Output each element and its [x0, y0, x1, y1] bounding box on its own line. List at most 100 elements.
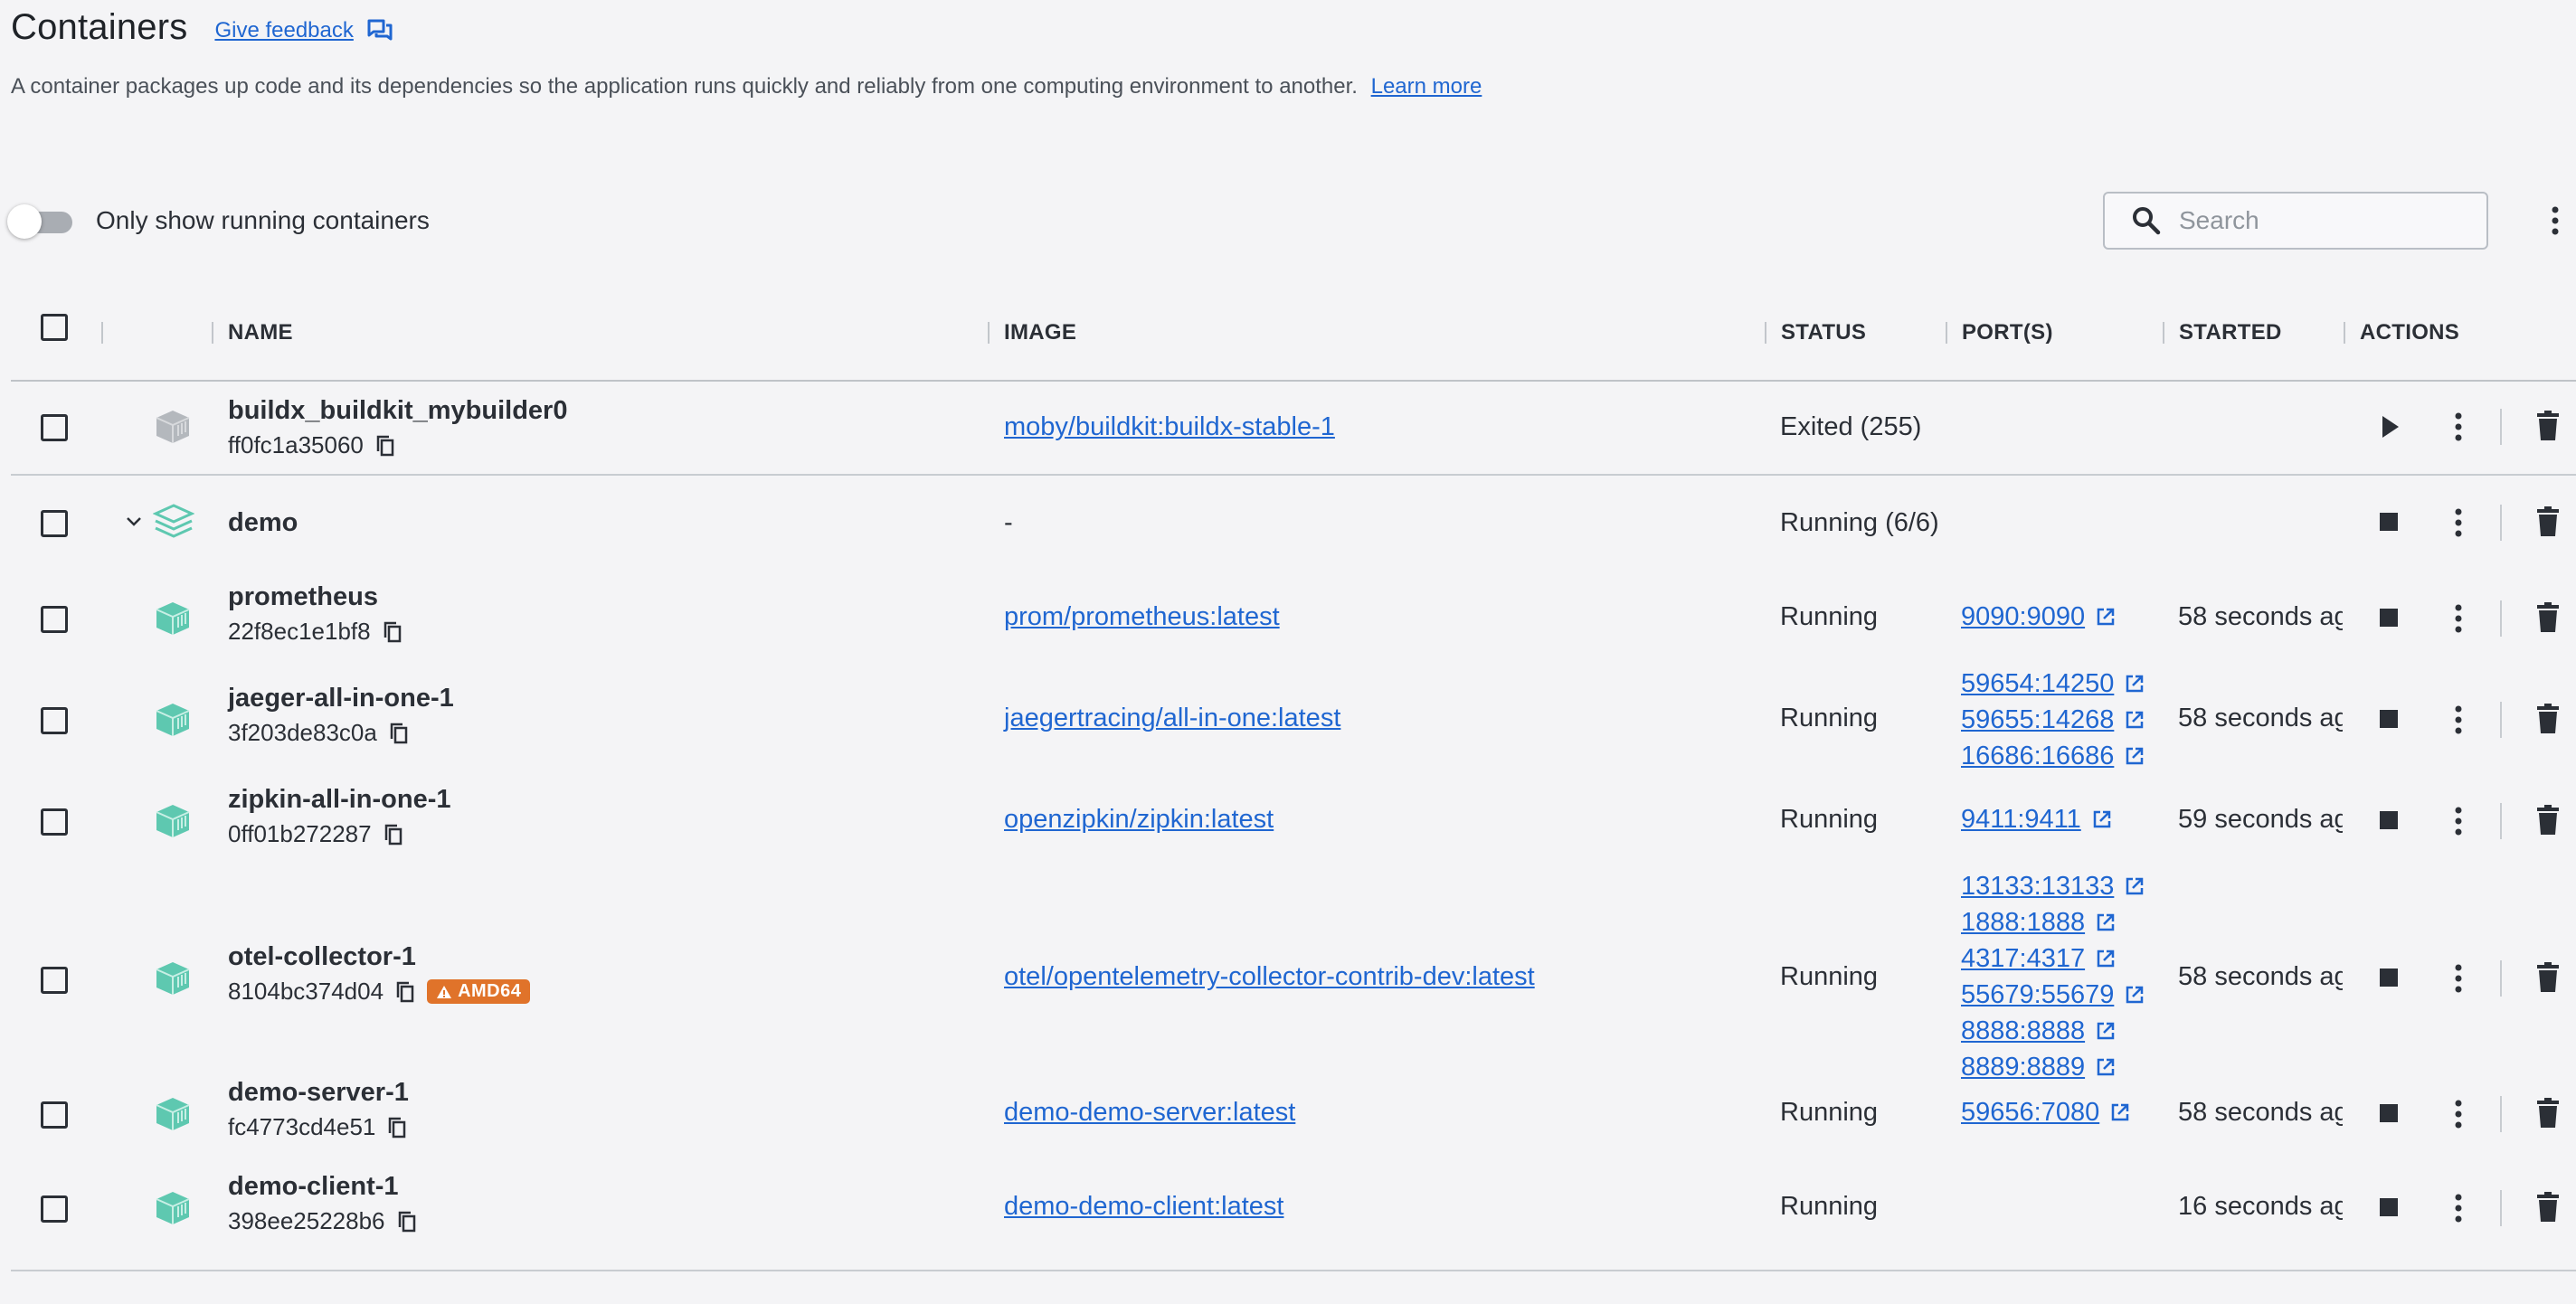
- delete-icon[interactable]: [2536, 1098, 2560, 1129]
- search-box[interactable]: [2103, 192, 2488, 250]
- table-row[interactable]: otel-collector-1 8104bc374d04 AMD64 otel…: [11, 868, 2576, 1092]
- copy-icon[interactable]: [390, 723, 408, 744]
- external-link-icon[interactable]: [2096, 1021, 2116, 1041]
- image-link[interactable]: prom/prometheus:latest: [1004, 602, 1280, 632]
- delete-icon[interactable]: [2536, 506, 2560, 537]
- learn-more-link[interactable]: Learn more: [1371, 74, 1482, 99]
- row-more-icon[interactable]: [2449, 1190, 2467, 1226]
- table-row[interactable]: buildx_buildkit_mybuilder0 ff0fc1a35060 …: [11, 382, 2576, 476]
- external-link-icon[interactable]: [2096, 607, 2116, 627]
- row-more-icon[interactable]: [2449, 702, 2467, 738]
- stop-icon[interactable]: [2379, 1197, 2399, 1217]
- copy-icon[interactable]: [384, 824, 402, 846]
- external-link-icon[interactable]: [2125, 710, 2145, 730]
- copy-icon[interactable]: [388, 1117, 406, 1139]
- row-checkbox[interactable]: [41, 414, 68, 441]
- column-status[interactable]: STATUS: [1765, 315, 1866, 351]
- start-icon[interactable]: [2379, 414, 2401, 439]
- image-link[interactable]: otel/opentelemetry-collector-contrib-dev…: [1004, 962, 1535, 992]
- external-link-icon[interactable]: [2125, 985, 2145, 1005]
- row-checkbox[interactable]: [41, 606, 68, 633]
- row-more-icon[interactable]: [2449, 803, 2467, 839]
- container-name[interactable]: zipkin-all-in-one-1: [228, 785, 451, 815]
- external-link-icon[interactable]: [2110, 1102, 2130, 1122]
- stop-icon[interactable]: [2379, 1103, 2399, 1123]
- container-name[interactable]: demo-client-1: [228, 1172, 416, 1202]
- container-name[interactable]: demo-server-1: [228, 1078, 409, 1108]
- row-more-icon[interactable]: [2449, 409, 2467, 445]
- port-mapping[interactable]: 9411:9411: [1961, 801, 2112, 837]
- external-link-icon[interactable]: [2125, 674, 2145, 694]
- copy-icon[interactable]: [376, 435, 394, 457]
- column-name[interactable]: NAME: [212, 315, 293, 351]
- table-row[interactable]: demo-server-1 fc4773cd4e51 demo-demo-ser…: [11, 1078, 2576, 1179]
- more-options-icon[interactable]: [2543, 203, 2567, 239]
- row-more-icon[interactable]: [2449, 960, 2467, 997]
- row-more-icon[interactable]: [2449, 505, 2467, 541]
- row-checkbox[interactable]: [41, 707, 68, 734]
- container-name[interactable]: jaeger-all-in-one-1: [228, 684, 454, 713]
- column-ports[interactable]: PORT(S): [1946, 315, 2053, 351]
- row-checkbox[interactable]: [41, 1101, 68, 1129]
- external-link-icon[interactable]: [2096, 1057, 2116, 1077]
- delete-icon[interactable]: [2536, 411, 2560, 441]
- table-row[interactable]: demo - Running (6/6): [11, 476, 2576, 572]
- stop-icon[interactable]: [2379, 709, 2399, 729]
- row-checkbox[interactable]: [41, 510, 68, 537]
- port-mapping[interactable]: 59654:14250: [1961, 666, 2145, 702]
- port-mapping[interactable]: 9090:9090: [1961, 599, 2116, 635]
- row-checkbox[interactable]: [41, 967, 68, 994]
- search-input[interactable]: [2177, 205, 2479, 236]
- delete-icon[interactable]: [2536, 805, 2560, 836]
- port-mapping[interactable]: 13133:13133: [1961, 868, 2145, 904]
- port-mapping[interactable]: 4317:4317: [1961, 940, 2145, 977]
- copy-icon[interactable]: [384, 621, 402, 643]
- row-more-icon[interactable]: [2449, 1096, 2467, 1132]
- table-row[interactable]: zipkin-all-in-one-1 0ff01b272287 openzip…: [11, 776, 2576, 868]
- table-row[interactable]: jaeger-all-in-one-1 3f203de83c0a jaegert…: [11, 666, 2576, 776]
- port-mapping[interactable]: 1888:1888: [1961, 904, 2145, 940]
- stack-name[interactable]: demo: [228, 508, 298, 538]
- port-mapping[interactable]: 59655:14268: [1961, 702, 2145, 738]
- stop-icon[interactable]: [2379, 968, 2399, 987]
- port-mapping[interactable]: 8889:8889: [1961, 1049, 2145, 1085]
- running-only-toggle[interactable]: [7, 204, 76, 239]
- chevron-down-icon[interactable]: [125, 515, 143, 528]
- table-row[interactable]: demo-client-1 398ee25228b6 demo-demo-cli…: [11, 1172, 2576, 1261]
- external-link-icon[interactable]: [2096, 912, 2116, 932]
- external-link-icon[interactable]: [2125, 876, 2145, 896]
- search-icon: [2133, 207, 2161, 235]
- delete-icon[interactable]: [2536, 1192, 2560, 1223]
- give-feedback-link[interactable]: Give feedback: [214, 18, 393, 43]
- delete-icon[interactable]: [2536, 962, 2560, 993]
- port-mapping[interactable]: 59656:7080: [1961, 1094, 2130, 1130]
- container-name[interactable]: prometheus: [228, 582, 402, 612]
- column-started[interactable]: STARTED: [2163, 315, 2282, 351]
- copy-icon[interactable]: [398, 1211, 416, 1233]
- stop-icon[interactable]: [2379, 512, 2399, 532]
- container-name[interactable]: buildx_buildkit_mybuilder0: [228, 396, 567, 426]
- row-more-icon[interactable]: [2449, 600, 2467, 637]
- port-mapping[interactable]: 16686:16686: [1961, 738, 2145, 774]
- external-link-icon[interactable]: [2092, 809, 2112, 829]
- delete-icon[interactable]: [2536, 704, 2560, 734]
- select-all-checkbox[interactable]: [41, 314, 68, 341]
- column-image[interactable]: IMAGE: [988, 315, 1076, 351]
- copy-icon[interactable]: [396, 981, 414, 1003]
- row-checkbox[interactable]: [41, 1195, 68, 1223]
- table-row[interactable]: prometheus 22f8ec1e1bf8 prom/prometheus:…: [11, 572, 2576, 666]
- stop-icon[interactable]: [2379, 608, 2399, 628]
- image-link[interactable]: openzipkin/zipkin:latest: [1004, 805, 1274, 835]
- image-link[interactable]: jaegertracing/all-in-one:latest: [1004, 704, 1340, 733]
- port-mapping[interactable]: 8888:8888: [1961, 1013, 2145, 1049]
- port-mapping[interactable]: 55679:55679: [1961, 977, 2145, 1013]
- image-link[interactable]: demo-demo-server:latest: [1004, 1098, 1295, 1128]
- row-checkbox[interactable]: [41, 808, 68, 836]
- external-link-icon[interactable]: [2096, 949, 2116, 969]
- image-link[interactable]: moby/buildkit:buildx-stable-1: [1004, 412, 1335, 442]
- container-name[interactable]: otel-collector-1: [228, 942, 530, 972]
- external-link-icon[interactable]: [2125, 746, 2145, 766]
- delete-icon[interactable]: [2536, 602, 2560, 633]
- stop-icon[interactable]: [2379, 810, 2399, 830]
- image-link[interactable]: demo-demo-client:latest: [1004, 1192, 1283, 1222]
